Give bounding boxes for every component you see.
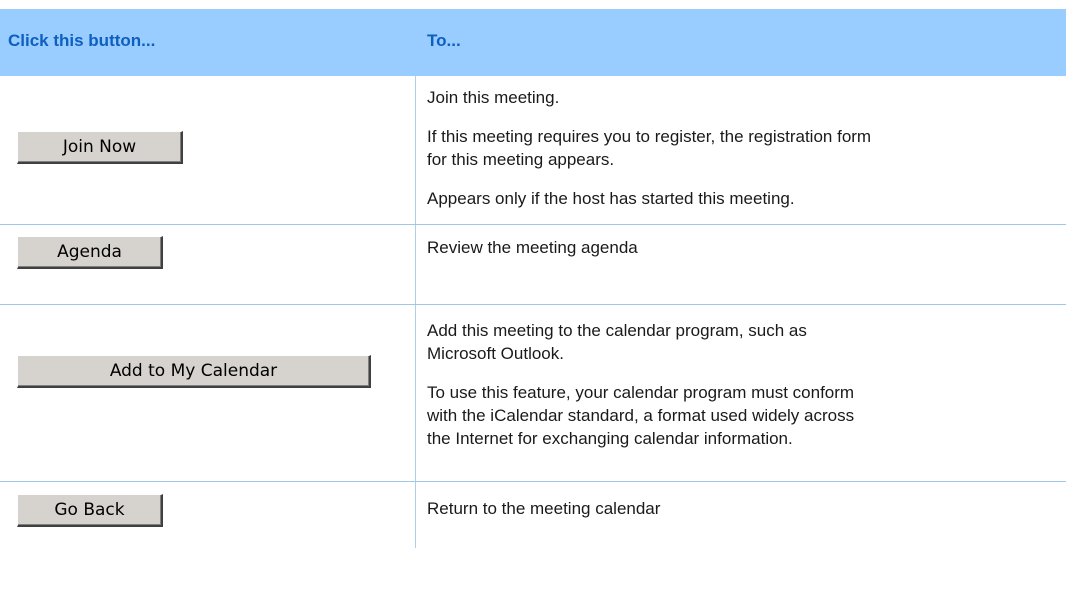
column-divider (415, 482, 416, 548)
column-divider (415, 76, 416, 224)
description-text: with the iCalendar standard, a format us… (427, 406, 855, 425)
table-row: Go Back Return to the meeting calendar (0, 482, 1066, 548)
button-cell: Agenda (0, 225, 415, 304)
description-cell: Review the meeting agenda (427, 236, 1056, 259)
add-to-my-calendar-button[interactable]: Add to My Calendar (17, 355, 371, 388)
button-reference-table: Click this button... To... Join Now Join… (0, 9, 1066, 548)
table-row: Join Now Join this meeting. If this meet… (0, 76, 1066, 225)
description-text: the Internet for exchanging calendar inf… (427, 429, 793, 448)
table-header: Click this button... To... (0, 9, 1066, 76)
column-divider (415, 225, 416, 304)
header-button-column: Click this button... (8, 31, 156, 50)
column-divider (415, 305, 416, 481)
header-action-column: To... (427, 31, 461, 50)
description-text: To use this feature, your calendar progr… (427, 383, 855, 402)
description-text: Add this meeting to the calendar program… (427, 321, 807, 340)
description-text: for this meeting appears. (427, 150, 615, 169)
description-text: Review the meeting agenda (427, 238, 638, 257)
description-text: If this meeting requires you to register… (427, 127, 872, 146)
agenda-button[interactable]: Agenda (17, 236, 163, 269)
table-row: Add to My Calendar Add this meeting to t… (0, 305, 1066, 482)
description-text: Join this meeting. (427, 88, 560, 107)
button-cell: Go Back (0, 482, 415, 548)
description-text: Microsoft Outlook. (427, 344, 564, 363)
description-cell: Add this meeting to the calendar program… (427, 319, 1056, 450)
description-text: Appears only if the host has started thi… (427, 189, 795, 208)
join-now-button[interactable]: Join Now (17, 131, 183, 164)
go-back-button[interactable]: Go Back (17, 494, 163, 527)
description-cell: Return to the meeting calendar (427, 497, 1056, 520)
description-cell: Join this meeting. If this meeting requi… (427, 86, 1056, 210)
description-text: Return to the meeting calendar (427, 499, 661, 518)
table-row: Agenda Review the meeting agenda (0, 225, 1066, 305)
button-cell: Join Now (0, 76, 415, 224)
button-cell: Add to My Calendar (0, 305, 415, 481)
